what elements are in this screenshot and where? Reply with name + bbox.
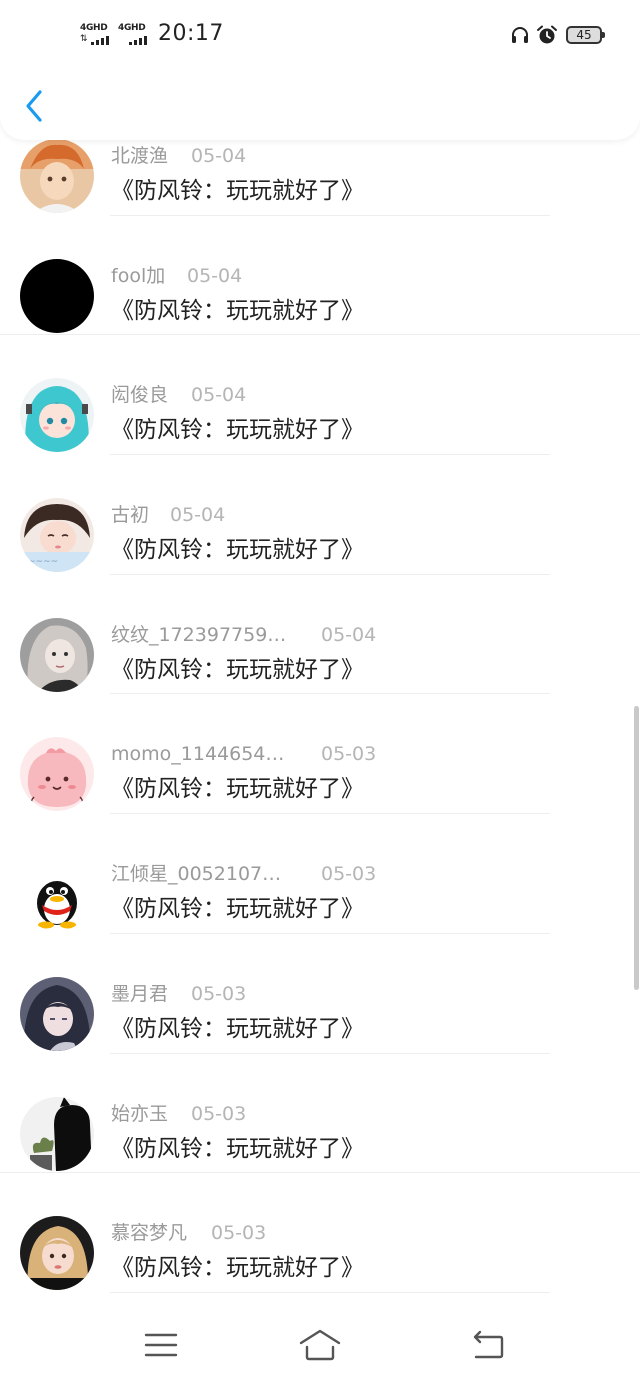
avatar[interactable] — [20, 976, 94, 1051]
screen: 4GHD ⇅ 4GHD 20:17 45 北渡渔 05-04 《防风铃：玩玩就好… — [0, 0, 640, 1387]
comment-date: 05-04 — [191, 145, 247, 167]
avatar[interactable] — [20, 617, 94, 692]
avatar[interactable] — [20, 1216, 94, 1291]
avatar[interactable] — [20, 1096, 94, 1171]
avatar[interactable]: ~~~~ — [20, 498, 94, 573]
list-item[interactable]: 纹纹_172397759… 05-04 《防风铃：玩玩就好了》 — [0, 575, 640, 695]
comment-list: 北渡渔 05-04 《防风铃：玩玩就好了》 fool加 05-04 《防风铃：玩… — [0, 96, 640, 1293]
comment-text: 《防风铃：玩玩就好了》 — [111, 1135, 364, 1162]
comment-meta: momo_1144654… 05-03 — [111, 742, 531, 766]
comment-date: 05-04 — [321, 623, 377, 646]
comment-text: 《防风铃：玩玩就好了》 — [111, 776, 364, 803]
avatar-image — [20, 378, 94, 453]
status-bar: 4GHD ⇅ 4GHD 20:17 45 — [0, 0, 640, 70]
menu-button[interactable] — [139, 1325, 183, 1365]
list-item[interactable]: 始亦玉 05-03 《防风铃：玩玩就好了》 — [0, 1054, 640, 1174]
network-label-1: 4GHD — [80, 23, 108, 33]
username[interactable]: 江倾星_0052107… — [111, 862, 281, 886]
avatar-image — [20, 1216, 94, 1291]
username[interactable]: 慕容梦凡 — [111, 1221, 187, 1245]
comment-meta: 江倾星_0052107… 05-03 — [111, 862, 531, 886]
chevron-left-icon — [26, 90, 42, 122]
list-item[interactable]: momo_1144654… 05-03 《防风铃：玩玩就好了》 — [0, 694, 640, 815]
list-item[interactable]: 江倾星_0052107… 05-03 《防风铃：玩玩就好了》 — [0, 814, 640, 934]
battery-icon: 45 — [566, 26, 605, 44]
comment-date: 05-04 — [191, 384, 247, 407]
avatar[interactable] — [20, 139, 94, 213]
username[interactable]: fool加 — [111, 264, 165, 288]
avatar-image — [20, 976, 94, 1051]
comment-meta: 闳俊良 05-04 — [111, 383, 531, 407]
back-icon — [473, 1330, 504, 1359]
comment-date: 05-04 — [170, 504, 226, 527]
comment-meta: 始亦玉 05-03 — [111, 1102, 531, 1126]
battery-level: 45 — [576, 28, 592, 42]
back-button[interactable] — [18, 86, 54, 126]
comment-text: 《防风铃：玩玩就好了》 — [111, 656, 364, 683]
comment-date: 05-04 — [187, 264, 243, 287]
comment-text: 《防风铃：玩玩就好了》 — [111, 537, 364, 564]
list-item[interactable]: 墨月君 05-03 《防风铃：玩玩就好了》 — [0, 934, 640, 1054]
bottom-nav — [0, 1307, 640, 1387]
comment-date: 05-03 — [211, 1222, 267, 1245]
avatar-image — [20, 258, 94, 333]
avatar-image — [20, 139, 94, 213]
avatar[interactable] — [20, 378, 94, 453]
comment-meta: fool加 05-04 — [111, 264, 531, 288]
svg-text:~~~~: ~~~~ — [28, 557, 58, 567]
comment-date: 05-03 — [321, 863, 377, 886]
comment-text: 《防风铃：玩玩就好了》 — [111, 896, 364, 923]
signal-icon: 4GHD ⇅ — [80, 23, 109, 45]
list-item[interactable]: 慕容梦凡 05-03 《防风铃：玩玩就好了》 — [0, 1173, 640, 1293]
comment-meta: 古初 05-04 — [111, 503, 531, 527]
username[interactable]: 古初 — [111, 503, 149, 527]
avatar-image — [20, 617, 94, 692]
comment-date: 05-03 — [191, 982, 247, 1005]
headphones-icon — [512, 27, 528, 43]
back-nav-button[interactable] — [466, 1325, 510, 1365]
comment-date: 05-03 — [191, 1102, 247, 1125]
avatar-image — [20, 737, 94, 812]
username[interactable]: 闳俊良 — [111, 383, 168, 407]
list-item[interactable]: ~~~~ 古初 05-04 《防风铃：玩玩就好了》 — [0, 455, 640, 575]
username[interactable]: 北渡渔 — [111, 144, 168, 168]
home-icon — [299, 1329, 341, 1361]
comment-meta: 墨月君 05-03 — [111, 982, 531, 1006]
comment-text: 《防风铃：玩玩就好了》 — [111, 417, 364, 444]
scrollbar[interactable] — [634, 706, 639, 990]
avatar[interactable] — [20, 258, 94, 333]
avatar-image: ~~~~ — [20, 498, 94, 573]
status-time: 20:17 — [158, 21, 224, 46]
home-button[interactable] — [298, 1325, 342, 1365]
avatar-image — [20, 1096, 94, 1171]
alarm-icon — [537, 25, 557, 44]
list-item[interactable]: fool加 05-04 《防风铃：玩玩就好了》 — [0, 216, 640, 336]
comment-meta: 慕容梦凡 05-03 — [111, 1221, 531, 1245]
signal-icon: 4GHD — [118, 24, 152, 46]
divider — [110, 1291, 550, 1293]
username[interactable]: 始亦玉 — [111, 1102, 168, 1126]
comment-text: 《防风铃：玩玩就好了》 — [111, 1255, 364, 1282]
status-icons: 45 — [510, 23, 606, 47]
avatar[interactable] — [20, 857, 94, 932]
username[interactable]: momo_1144654… — [111, 742, 284, 766]
comment-text: 《防风铃：玩玩就好了》 — [111, 1015, 364, 1042]
avatar-image — [20, 857, 94, 932]
comment-meta: 纹纹_172397759… 05-04 — [111, 623, 531, 647]
comment-meta: 北渡渔 05-04 — [111, 144, 531, 168]
comment-text: 《防风铃：玩玩就好了》 — [111, 178, 364, 204]
network-label-2: 4GHD — [118, 23, 146, 33]
menu-icon — [144, 1333, 178, 1357]
comment-text: 《防风铃：玩玩就好了》 — [111, 297, 364, 324]
top-bar: 4GHD ⇅ 4GHD 20:17 45 — [0, 0, 640, 140]
username[interactable]: 纹纹_172397759… — [111, 623, 286, 647]
list-item[interactable]: 闳俊良 05-04 《防风铃：玩玩就好了》 — [0, 335, 640, 456]
username[interactable]: 墨月君 — [111, 982, 168, 1006]
comment-date: 05-03 — [321, 743, 377, 766]
avatar[interactable] — [20, 737, 94, 812]
